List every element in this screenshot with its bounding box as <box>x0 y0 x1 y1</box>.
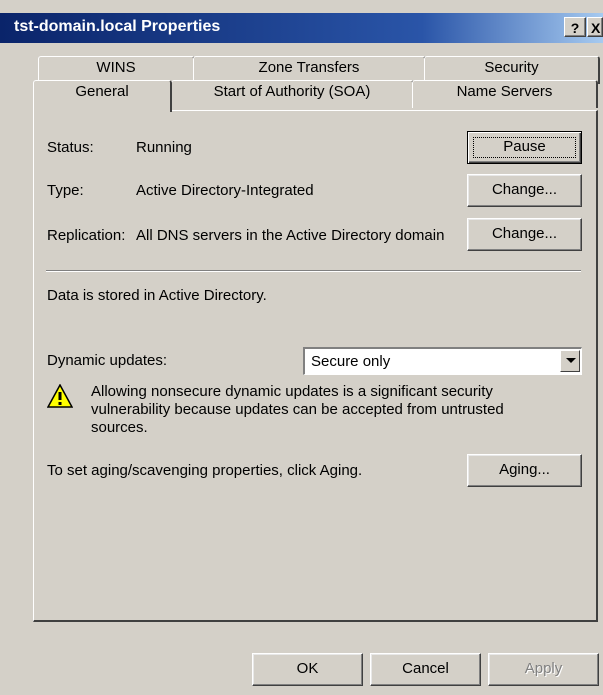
type-label: Type: <box>47 182 84 199</box>
aging-button[interactable]: Aging... <box>467 454 582 487</box>
dynamic-updates-label: Dynamic updates: <box>47 352 168 369</box>
data-storage-note: Data is stored in Active Directory. <box>47 287 267 304</box>
aging-button-label: Aging... <box>499 461 550 478</box>
change-type-button[interactable]: Change... <box>467 174 582 207</box>
chevron-down-icon[interactable] <box>560 350 580 372</box>
warning-text-line-1: Allowing nonsecure dynamic updates is a … <box>91 383 493 400</box>
warning-text-line-2: vulnerability because updates can be acc… <box>91 401 504 418</box>
replication-value: All DNS servers in the Active Directory … <box>136 227 445 244</box>
separator <box>46 270 581 272</box>
dynamic-updates-select[interactable]: Secure only <box>303 347 582 375</box>
status-value: Running <box>136 139 192 156</box>
warning-text-line-3: sources. <box>91 419 148 436</box>
aging-instructions: To set aging/scavenging properties, clic… <box>47 462 363 479</box>
type-value: Active Directory-Integrated <box>136 182 314 199</box>
pause-button-label: Pause <box>503 138 546 155</box>
status-label: Status: <box>47 139 94 156</box>
change-replication-button-label: Change... <box>491 225 558 242</box>
replication-label: Replication: <box>47 227 126 244</box>
dynamic-updates-selected-value: Secure only <box>311 353 391 370</box>
warning-triangle-icon <box>47 384 73 408</box>
change-replication-button[interactable]: Change... <box>467 218 582 251</box>
change-type-button-label: Change... <box>491 181 558 198</box>
pause-button[interactable]: Pause <box>467 131 582 164</box>
properties-dialog: tst-domain.local Properties ? X WINS Zon… <box>0 0 603 695</box>
